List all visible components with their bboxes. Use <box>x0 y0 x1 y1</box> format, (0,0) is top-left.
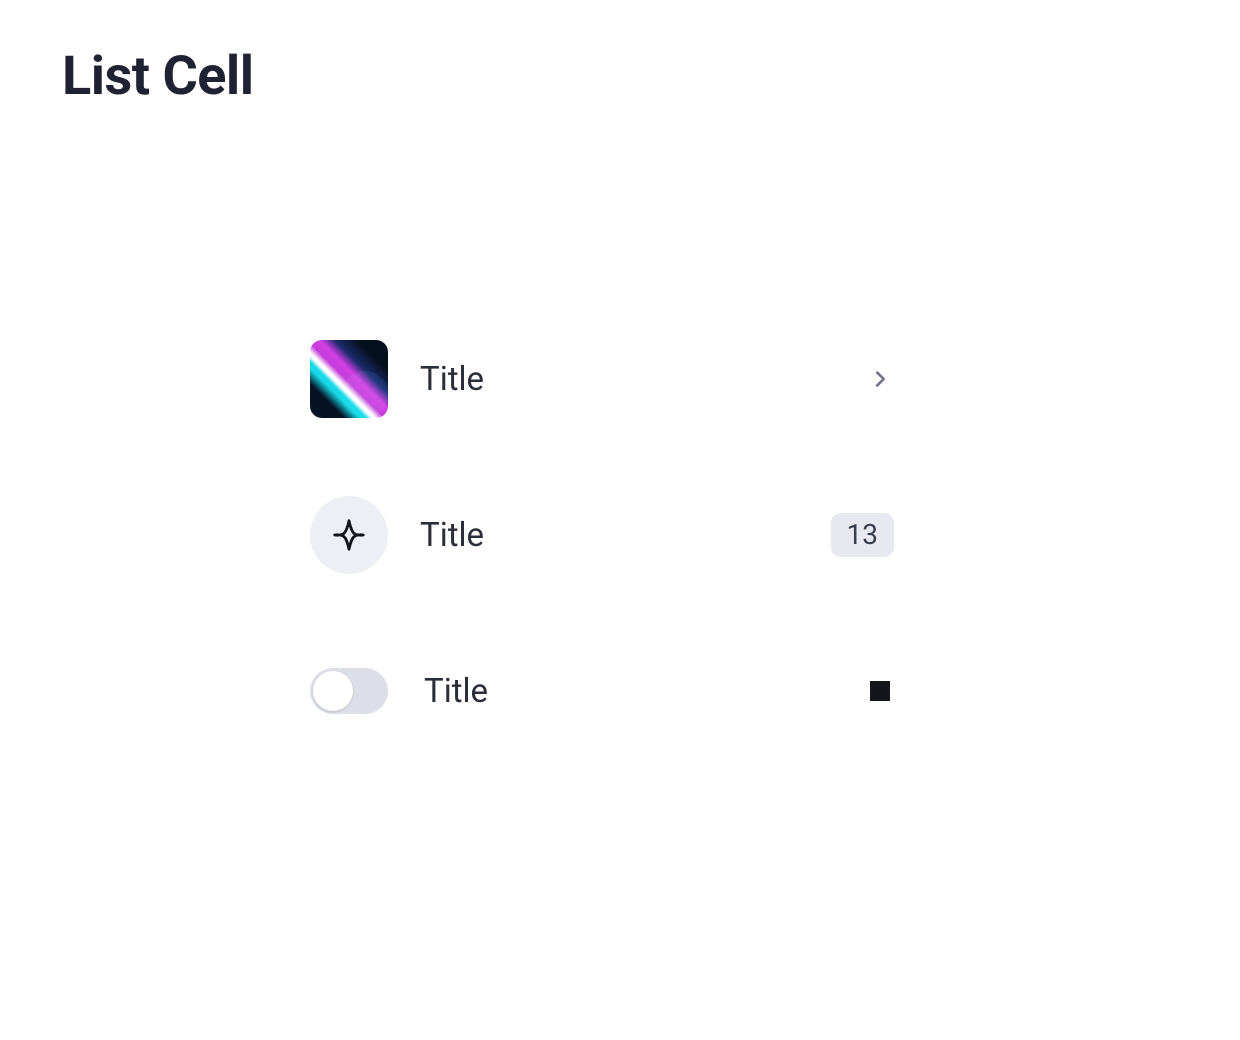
toggle-switch[interactable] <box>310 668 388 714</box>
list-item-label: Title <box>420 516 831 555</box>
list-item-label: Title <box>424 672 870 711</box>
list-cell-examples: Title Title 13 Title <box>310 340 894 730</box>
list-cell-icon[interactable]: Title 13 <box>310 496 894 574</box>
page-title: List Cell <box>62 45 254 108</box>
thumbnail-image <box>310 340 388 418</box>
stop-icon[interactable] <box>870 681 890 701</box>
chevron-right-icon <box>866 365 894 393</box>
sparkle-icon <box>310 496 388 574</box>
count-badge: 13 <box>831 513 894 557</box>
toggle-knob <box>313 671 353 711</box>
list-item-label: Title <box>420 360 866 399</box>
list-cell-image[interactable]: Title <box>310 340 894 418</box>
list-cell-toggle: Title <box>310 652 894 730</box>
